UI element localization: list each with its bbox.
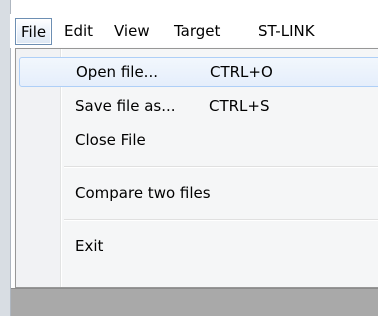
menu-separator (64, 166, 378, 168)
file-dropdown-menu: Open file... CTRL+O Save file as... CTRL… (15, 48, 378, 288)
menu-item-close-file[interactable]: Close File (19, 126, 378, 156)
menu-item-shortcut: CTRL+S (209, 97, 270, 115)
menu-item-compare-two-files[interactable]: Compare two files (19, 179, 378, 209)
menu-item-exit[interactable]: Exit (19, 232, 378, 262)
menu-st-link[interactable]: ST-LINK (258, 18, 315, 44)
application-window: File Edit View Target ST-LINK Open file.… (0, 0, 378, 316)
menu-bar: File Edit View Target ST-LINK (10, 14, 378, 48)
menu-item-open-file[interactable]: Open file... CTRL+O (19, 57, 378, 87)
menu-item-label: Save file as... (75, 97, 176, 115)
menu-file[interactable]: File (15, 18, 53, 45)
menu-item-label: Exit (75, 237, 104, 255)
menu-item-label: Compare two files (75, 184, 211, 202)
menu-edit[interactable]: Edit (64, 18, 93, 44)
menu-target[interactable]: Target (174, 18, 220, 44)
menu-item-shortcut: CTRL+O (210, 63, 273, 81)
menu-separator (64, 219, 378, 221)
menu-item-save-file-as[interactable]: Save file as... CTRL+S (19, 92, 378, 122)
menu-view[interactable]: View (114, 18, 150, 44)
workspace-area (11, 288, 378, 316)
menu-item-label: Open file... (76, 63, 158, 81)
menu-item-label: Close File (75, 131, 146, 149)
